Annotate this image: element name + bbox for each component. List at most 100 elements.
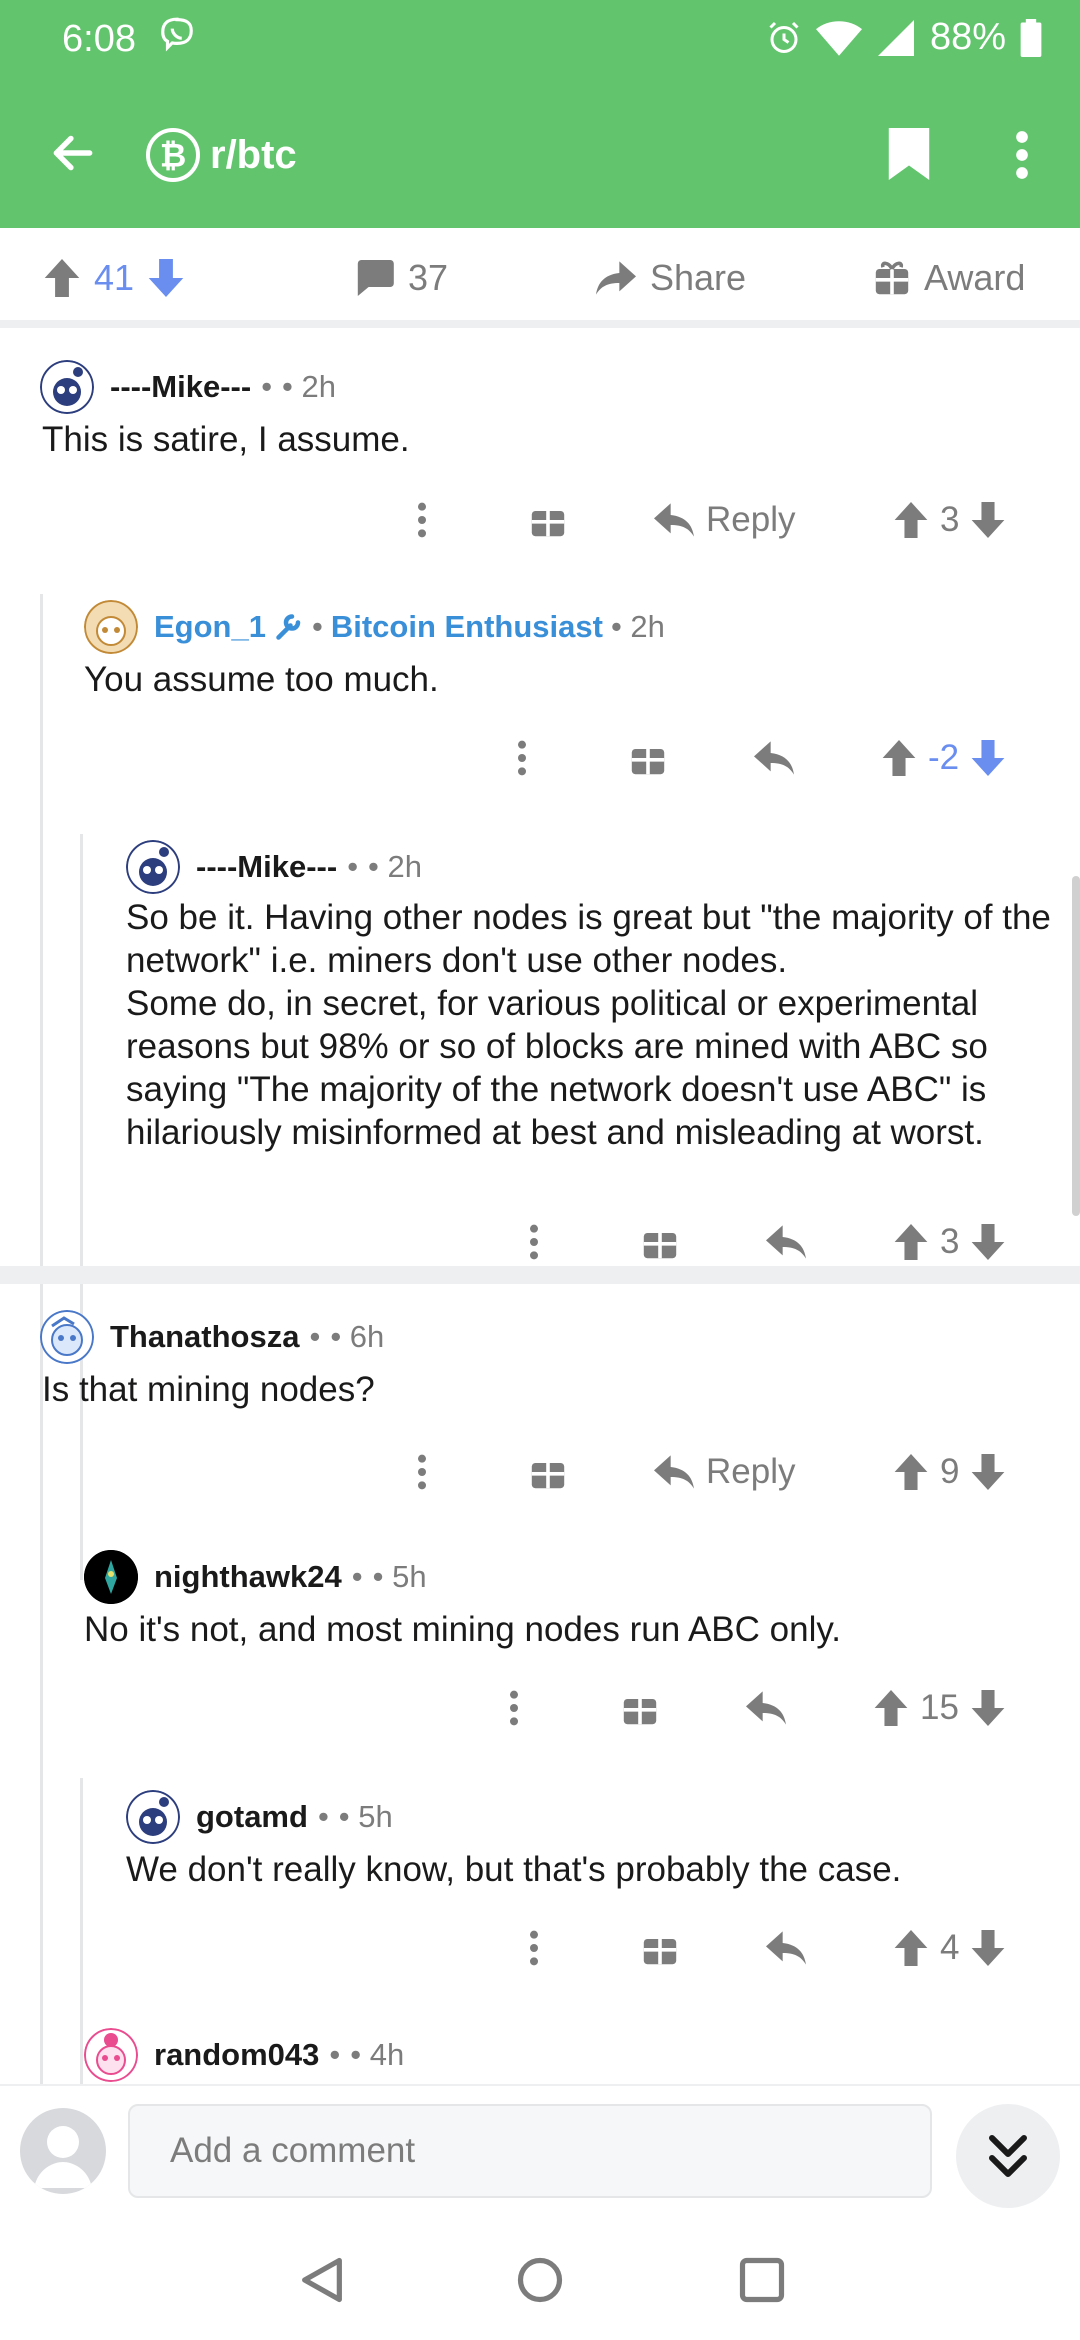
nav-home-icon[interactable]: [514, 2254, 566, 2306]
avatar[interactable]: [40, 1310, 94, 1364]
reply-icon[interactable]: [766, 1931, 806, 1965]
separator-dot: •: [309, 1319, 321, 1354]
comment-author[interactable]: Egon_1: [154, 609, 266, 645]
reply-icon[interactable]: [754, 741, 794, 775]
more-options-icon[interactable]: [504, 1688, 524, 1728]
avatar[interactable]: [126, 840, 180, 894]
comment-vote: 9: [894, 1452, 1005, 1492]
comment-header: Thanathosza • • 6h: [40, 1310, 384, 1364]
upvote-icon[interactable]: [44, 259, 80, 297]
separator-dot: •: [347, 849, 359, 884]
comment-author[interactable]: random043: [154, 2037, 319, 2073]
comments-count[interactable]: 37: [354, 250, 448, 306]
reply-icon[interactable]: [746, 1691, 786, 1725]
collapse-button[interactable]: [956, 2104, 1060, 2208]
gift-icon[interactable]: [642, 1224, 678, 1260]
thread-line: [40, 1544, 43, 2084]
more-options-icon[interactable]: [412, 1452, 432, 1492]
comment-author[interactable]: ----Mike---: [110, 369, 251, 405]
upvote-icon[interactable]: [882, 740, 916, 776]
more-options-icon[interactable]: [524, 1928, 544, 1968]
user-flair: Bitcoin Enthusiast: [330, 609, 603, 644]
upvote-icon[interactable]: [894, 1454, 928, 1490]
signal-icon: [877, 19, 914, 56]
comment-author[interactable]: gotamd: [196, 1799, 308, 1835]
gift-icon[interactable]: [530, 502, 566, 538]
upvote-icon[interactable]: [874, 1690, 908, 1726]
comment-input[interactable]: [128, 2104, 932, 2198]
downvote-icon[interactable]: [971, 1224, 1005, 1260]
avatar[interactable]: [84, 1550, 138, 1604]
downvote-icon[interactable]: [971, 1454, 1005, 1490]
avatar[interactable]: [126, 1790, 180, 1844]
gift-icon[interactable]: [622, 1690, 658, 1726]
reply-button[interactable]: Reply: [654, 500, 795, 540]
subreddit-name[interactable]: r/btc: [210, 128, 297, 182]
comment-actions: 3: [0, 1212, 1080, 1272]
svg-text:₿: ₿: [160, 138, 187, 174]
comment-author[interactable]: Thanathosza: [110, 1319, 299, 1355]
gift-icon[interactable]: [642, 1930, 678, 1966]
reply-label: Reply: [706, 500, 796, 539]
award-button[interactable]: Award: [874, 250, 1025, 306]
award-label: Award: [924, 257, 1026, 298]
comment-body: So be it. Having other nodes is great bu…: [126, 898, 1051, 1152]
downvote-icon[interactable]: [971, 502, 1005, 538]
downvote-icon[interactable]: [971, 1930, 1005, 1966]
upvote-icon[interactable]: [894, 1930, 928, 1966]
share-label: Share: [650, 257, 747, 298]
comment-author[interactable]: ----Mike---: [196, 849, 337, 885]
more-options-icon[interactable]: [512, 738, 532, 778]
nav-back-icon[interactable]: [296, 2254, 348, 2306]
comment-actions: Reply 3: [0, 490, 1080, 550]
reply-button[interactable]: Reply: [654, 1452, 795, 1492]
downvote-icon[interactable]: [971, 740, 1005, 776]
wifi-icon: [815, 20, 862, 56]
downvote-icon[interactable]: [148, 259, 184, 297]
comment-time: • 5h: [338, 1799, 393, 1834]
moderator-wrench-icon: [276, 614, 301, 640]
separator-dot: •: [311, 609, 323, 644]
alarm-icon: [769, 21, 799, 53]
gift-icon: [875, 261, 909, 295]
user-avatar[interactable]: [20, 2108, 106, 2194]
more-options-icon[interactable]: [1010, 128, 1034, 182]
comment-composer: [0, 2084, 1080, 2214]
share-icon: [596, 261, 636, 295]
comment-header: ----Mike--- • • 2h: [126, 840, 422, 894]
back-arrow-icon[interactable]: [48, 128, 98, 178]
downvote-icon[interactable]: [971, 1690, 1005, 1726]
comment-score: 3: [940, 500, 960, 539]
battery-percent: 88%: [929, 16, 1006, 58]
comment-author[interactable]: nighthawk24: [154, 1559, 342, 1595]
comment-score: 4: [940, 1928, 960, 1967]
comment-actions: Reply 9: [0, 1442, 1080, 1502]
share-button[interactable]: Share: [596, 250, 746, 306]
comment-score: 9: [940, 1452, 960, 1491]
comment-actions: -2: [0, 728, 1080, 788]
more-options-icon[interactable]: [524, 1222, 544, 1262]
reply-icon[interactable]: [766, 1225, 806, 1259]
post-vote: 41: [44, 250, 184, 306]
comment-vote: -2: [882, 738, 1005, 778]
reply-label: Reply: [706, 1452, 796, 1491]
comment-score: -2: [928, 738, 960, 777]
scrollbar[interactable]: [1072, 876, 1080, 1216]
avatar[interactable]: [40, 360, 94, 414]
nav-recents-icon[interactable]: [736, 2254, 788, 2306]
comment-body: This is satire, I assume.: [42, 420, 410, 459]
comment-time: • 2h: [282, 369, 336, 404]
upvote-icon[interactable]: [894, 502, 928, 538]
subreddit-icon[interactable]: ₿: [146, 128, 200, 182]
more-options-icon[interactable]: [412, 500, 432, 540]
gift-icon[interactable]: [630, 740, 666, 776]
avatar[interactable]: [84, 2028, 138, 2082]
comment-score: 15: [920, 1688, 959, 1727]
bookmark-icon[interactable]: [888, 128, 930, 180]
upvote-icon[interactable]: [894, 1224, 928, 1260]
comment-time: • 2h: [610, 609, 665, 644]
avatar[interactable]: [84, 600, 138, 654]
gift-icon[interactable]: [530, 1454, 566, 1490]
comment-vote: 3: [894, 1222, 1005, 1262]
comments-count-label: 37: [408, 257, 449, 298]
